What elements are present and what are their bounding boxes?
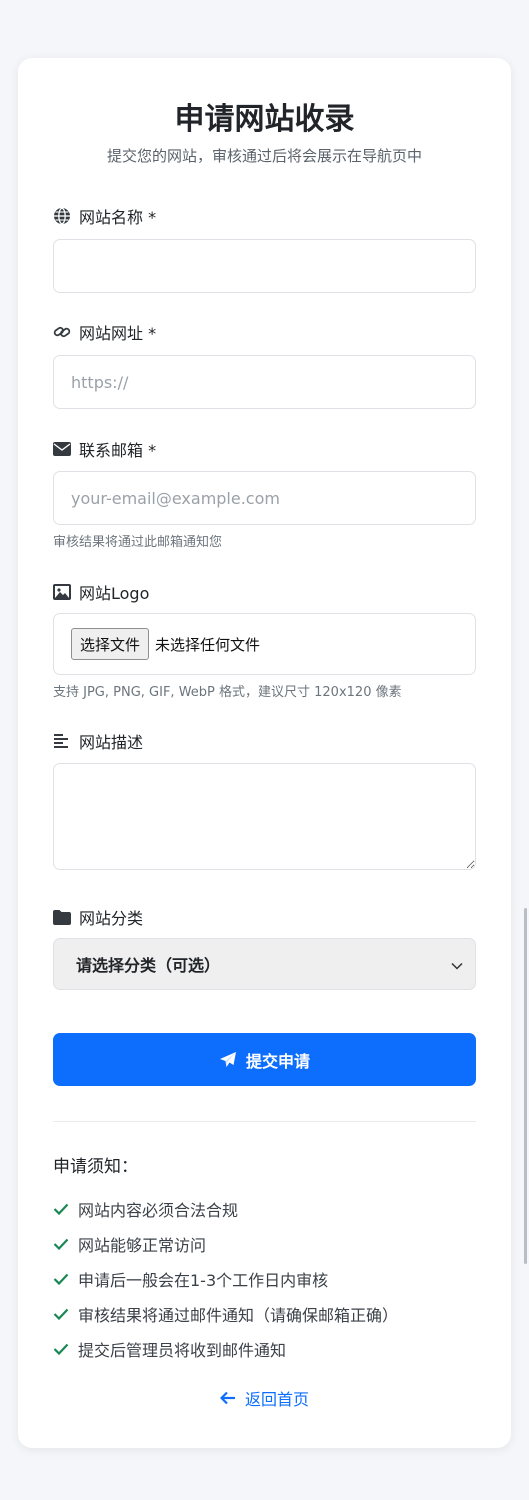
notes-list: 网站内容必须合法合规 网站能够正常访问 申请后一般会在1-3个工作日内审核 审核… bbox=[53, 1191, 398, 1366]
scrollbar[interactable] bbox=[524, 908, 527, 1264]
chevron-down-icon bbox=[451, 955, 463, 974]
back-home-link[interactable]: 返回首页 bbox=[18, 1386, 511, 1410]
list-item: 申请后一般会在1-3个工作日内审核 bbox=[53, 1261, 398, 1296]
check-icon bbox=[53, 1203, 69, 1215]
note-text: 审核结果将通过邮件通知（请确保邮箱正确） bbox=[78, 1305, 399, 1325]
note-text: 提交后管理员将收到邮件通知 bbox=[78, 1340, 287, 1360]
site-name-label-text: 网站名称 * bbox=[79, 208, 157, 227]
page-subtitle: 提交您的网站，审核通过后将会展示在导航页中 bbox=[106, 147, 422, 165]
email-hint: 审核结果将通过此邮箱通知您 bbox=[53, 535, 223, 550]
note-text: 申请后一般会在1-3个工作日内审核 bbox=[78, 1270, 329, 1290]
logo-label: 网站Logo bbox=[53, 580, 149, 604]
image-icon bbox=[53, 583, 71, 601]
description-label-text: 网站描述 bbox=[79, 733, 144, 752]
category-label: 网站分类 bbox=[53, 905, 143, 929]
choose-file-button[interactable]: 选择文件 bbox=[71, 628, 150, 660]
align-left-icon bbox=[53, 732, 71, 750]
check-icon bbox=[53, 1343, 69, 1355]
arrow-left-icon bbox=[219, 1391, 236, 1405]
divider bbox=[53, 1121, 476, 1122]
note-text: 网站能够正常访问 bbox=[78, 1235, 207, 1255]
site-url-label: 网站网址 * bbox=[53, 320, 156, 344]
site-url-input[interactable] bbox=[53, 355, 476, 409]
notes-title: 申请须知： bbox=[53, 1157, 138, 1177]
description-textarea[interactable] bbox=[53, 763, 476, 870]
email-label: 联系邮箱 * bbox=[53, 437, 156, 461]
check-icon bbox=[53, 1308, 69, 1320]
logo-label-text: 网站Logo bbox=[79, 584, 150, 603]
category-selected: 请选择分类（可选） bbox=[76, 956, 221, 975]
folder-icon bbox=[53, 908, 71, 926]
check-icon bbox=[53, 1273, 69, 1285]
page-title: 申请网站收录 bbox=[174, 102, 355, 137]
globe-icon bbox=[53, 207, 71, 225]
link-icon bbox=[53, 323, 71, 341]
list-item: 审核结果将通过邮件通知（请确保邮箱正确） bbox=[53, 1296, 398, 1331]
email-label-text: 联系邮箱 * bbox=[79, 441, 157, 460]
category-select[interactable]: 请选择分类（可选） bbox=[53, 938, 476, 990]
site-url-label-text: 网站网址 * bbox=[79, 324, 157, 343]
note-text: 网站内容必须合法合规 bbox=[78, 1200, 239, 1220]
list-item: 网站内容必须合法合规 bbox=[53, 1191, 398, 1226]
submit-button-label: 提交申请 bbox=[245, 1053, 310, 1071]
back-home-label: 返回首页 bbox=[244, 1390, 309, 1409]
logo-file-input[interactable]: 选择文件 未选择任何文件 bbox=[53, 613, 476, 675]
paper-plane-icon bbox=[219, 1051, 237, 1069]
category-label-text: 网站分类 bbox=[79, 909, 144, 928]
list-item: 提交后管理员将收到邮件通知 bbox=[53, 1331, 398, 1366]
submit-button[interactable]: 提交申请 bbox=[53, 1033, 476, 1086]
logo-hint: 支持 JPG, PNG, GIF, WebP 格式，建议尺寸 120x120 像… bbox=[53, 685, 402, 700]
site-name-input[interactable] bbox=[53, 239, 476, 293]
check-icon bbox=[53, 1238, 69, 1250]
envelope-icon bbox=[53, 440, 71, 458]
submission-card: 申请网站收录 提交您的网站，审核通过后将会展示在导航页中 网站名称 * 网站网址… bbox=[18, 58, 511, 1448]
site-name-label: 网站名称 * bbox=[53, 204, 156, 228]
list-item: 网站能够正常访问 bbox=[53, 1226, 398, 1261]
file-status: 未选择任何文件 bbox=[155, 635, 261, 654]
description-label: 网站描述 bbox=[53, 729, 143, 753]
email-input[interactable] bbox=[53, 471, 476, 525]
